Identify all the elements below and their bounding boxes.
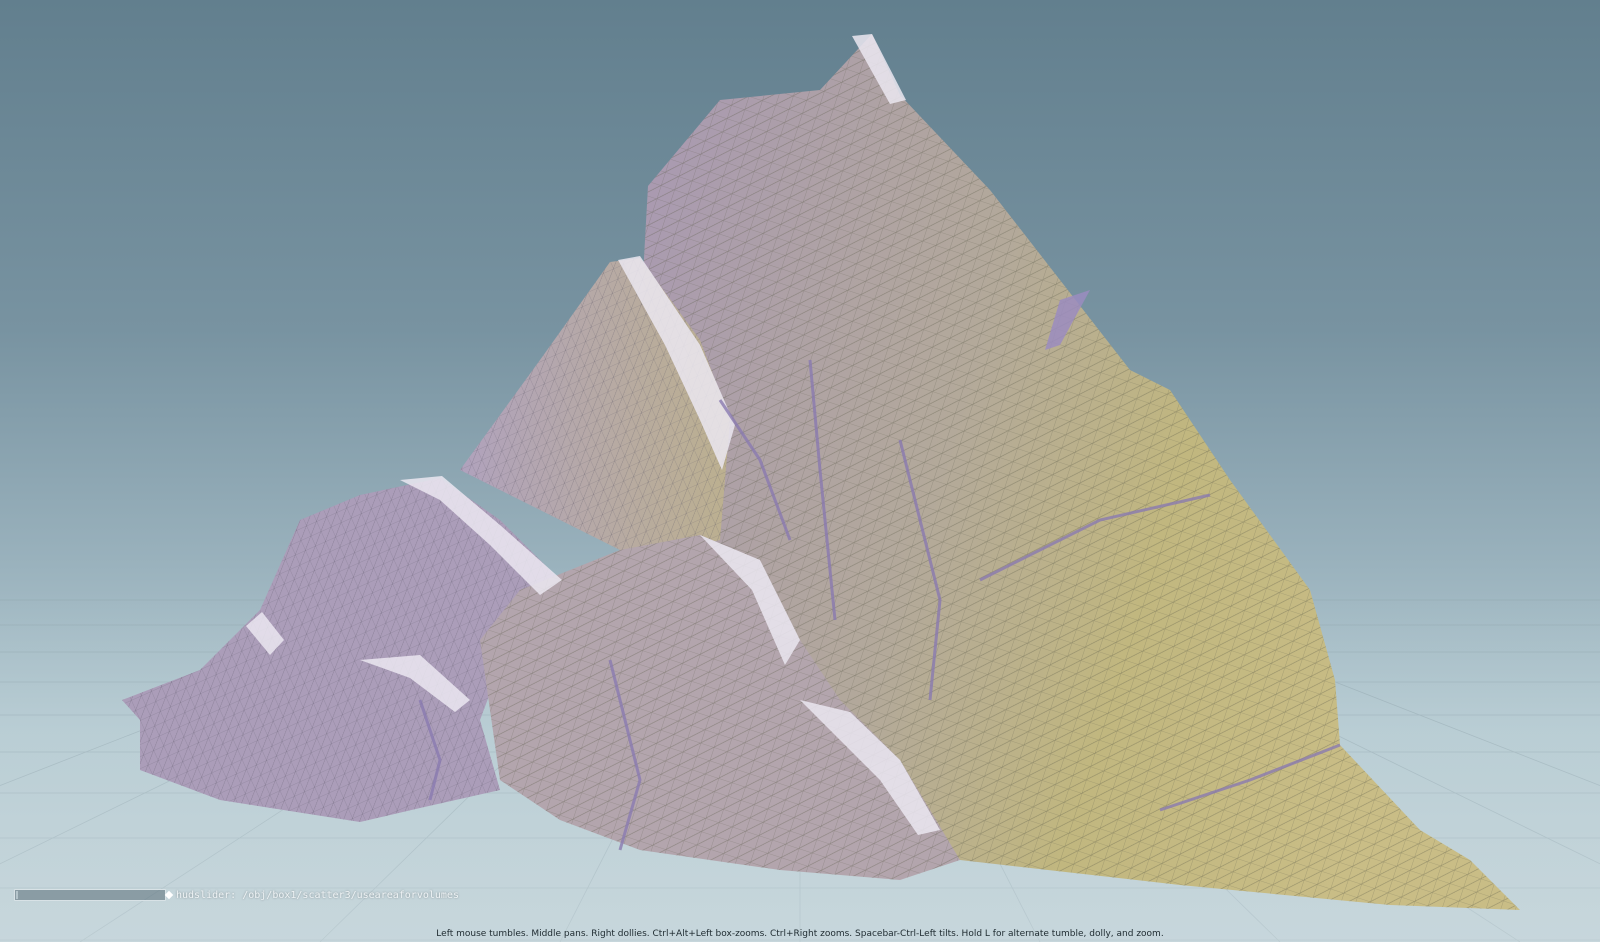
hud-slider[interactable]: hudslider: /obj/box1/scatter3/useareafor… [14, 887, 459, 903]
scene-viewport[interactable]: hudslider: /obj/box1/scatter3/useareafor… [0, 0, 1600, 942]
hud-slider-track[interactable] [14, 889, 166, 901]
rock-mesh[interactable] [122, 34, 1520, 910]
viewport-canvas[interactable] [0, 0, 1600, 942]
hud-slider-label: hudslider: /obj/box1/scatter3/useareafor… [176, 889, 459, 901]
viewport-status-hint: Left mouse tumbles. Middle pans. Right d… [436, 929, 1164, 939]
diamond-icon[interactable] [164, 890, 174, 900]
hud-slider-fill [16, 891, 18, 899]
